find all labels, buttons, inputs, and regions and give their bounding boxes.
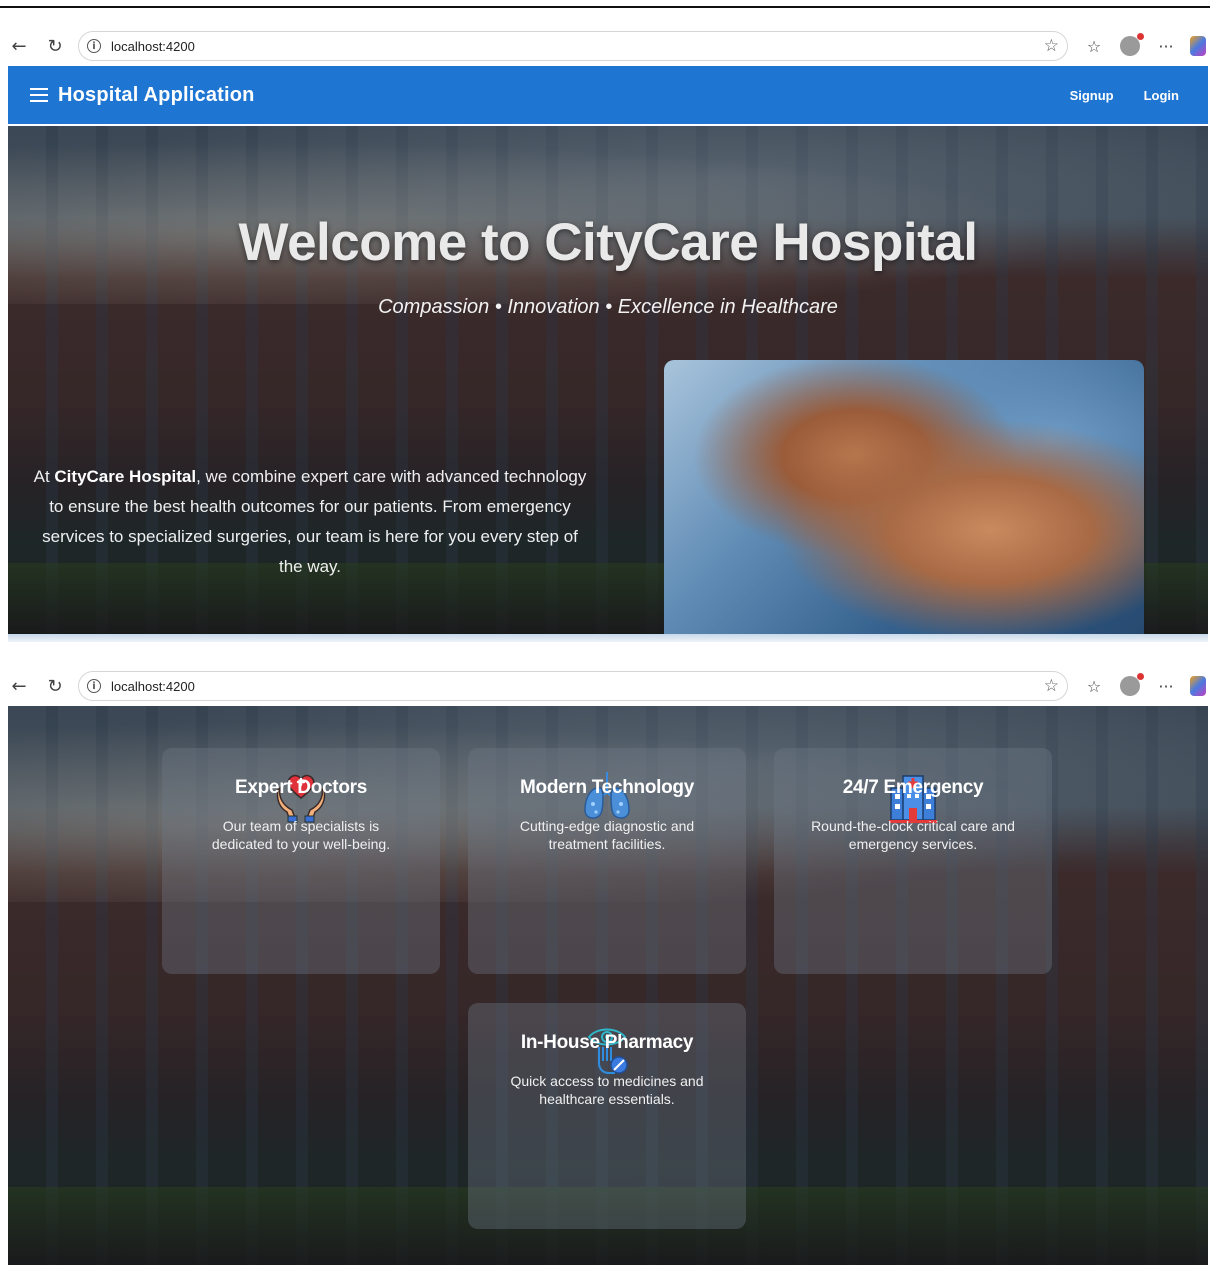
browser-toolbar: ← ↻ i localhost:4200 ☆ ☆ ··· bbox=[0, 26, 1210, 66]
hero-title: Welcome to CityCare Hospital bbox=[238, 213, 978, 272]
address-bar[interactable]: i localhost:4200 ☆ bbox=[78, 31, 1068, 61]
signup-button[interactable]: Signup bbox=[1070, 88, 1114, 103]
hero-section: Welcome to CityCare Hospital Compassion … bbox=[8, 126, 1208, 634]
app-title: Hospital Application bbox=[58, 83, 255, 106]
feature-title: Modern Technology bbox=[520, 777, 694, 798]
profile-icon[interactable] bbox=[1120, 33, 1144, 56]
star-icon[interactable]: ☆ bbox=[1044, 36, 1059, 56]
features-section: Expert Doctors Our team of specialists i… bbox=[8, 706, 1208, 1265]
back-icon[interactable]: ← bbox=[8, 675, 30, 697]
address-bar[interactable]: i localhost:4200 ☆ bbox=[78, 671, 1068, 701]
feature-description: Our team of specialists is dedicated to … bbox=[211, 818, 391, 852]
more-icon[interactable]: ··· bbox=[1156, 37, 1176, 56]
menu-icon[interactable] bbox=[30, 88, 48, 102]
star-icon[interactable]: ☆ bbox=[1044, 676, 1059, 696]
info-icon[interactable]: i bbox=[87, 679, 101, 693]
copilot-icon[interactable] bbox=[1190, 676, 1206, 696]
hero-description: At CityCare Hospital, we combine expert … bbox=[30, 462, 590, 582]
hero-text-bold: CityCare Hospital bbox=[54, 467, 197, 486]
feature-title: 24/7 Emergency bbox=[842, 777, 984, 798]
url-text: localhost:4200 bbox=[111, 678, 195, 694]
feature-description: Cutting-edge diagnostic and treatment fa… bbox=[519, 818, 695, 852]
hero-text-prefix: At bbox=[33, 467, 55, 486]
hero-subtitle: Compassion • Innovation • Excellence in … bbox=[378, 296, 838, 318]
feature-card-expert-doctors: Expert Doctors Our team of specialists i… bbox=[162, 748, 440, 974]
feature-title: Expert Doctors bbox=[234, 777, 367, 798]
window-top-border bbox=[0, 6, 1210, 8]
feature-card-modern-technology: Modern Technology Cutting-edge diagnosti… bbox=[468, 748, 746, 974]
section-divider bbox=[8, 634, 1208, 642]
browser-toolbar-2: ← ↻ i localhost:4200 ☆ ☆ ··· bbox=[0, 666, 1210, 706]
feature-description: Round-the-clock critical care and emerge… bbox=[811, 818, 1015, 852]
feature-title: In-House Pharmacy bbox=[520, 1032, 694, 1053]
url-text: localhost:4200 bbox=[111, 38, 195, 54]
reload-icon[interactable]: ↻ bbox=[44, 675, 66, 697]
feature-card-in-house-pharmacy: In-House Pharmacy Quick access to medici… bbox=[468, 1003, 746, 1229]
profile-icon[interactable] bbox=[1120, 673, 1144, 696]
feature-description: Quick access to medicines and healthcare… bbox=[510, 1073, 704, 1107]
favorites-icon[interactable]: ☆ bbox=[1084, 37, 1104, 56]
feature-card-24-7-emergency: 24/7 Emergency Round-the-clock critical … bbox=[774, 748, 1052, 974]
info-icon[interactable]: i bbox=[87, 39, 101, 53]
holding-hands-image bbox=[664, 360, 1144, 634]
login-button[interactable]: Login bbox=[1144, 88, 1179, 103]
copilot-icon[interactable] bbox=[1190, 36, 1206, 56]
reload-icon[interactable]: ↻ bbox=[44, 35, 66, 57]
favorites-icon[interactable]: ☆ bbox=[1084, 677, 1104, 696]
more-icon[interactable]: ··· bbox=[1156, 677, 1176, 696]
back-icon[interactable]: ← bbox=[8, 35, 30, 57]
app-toolbar: Hospital Application Signup Login bbox=[8, 66, 1208, 124]
